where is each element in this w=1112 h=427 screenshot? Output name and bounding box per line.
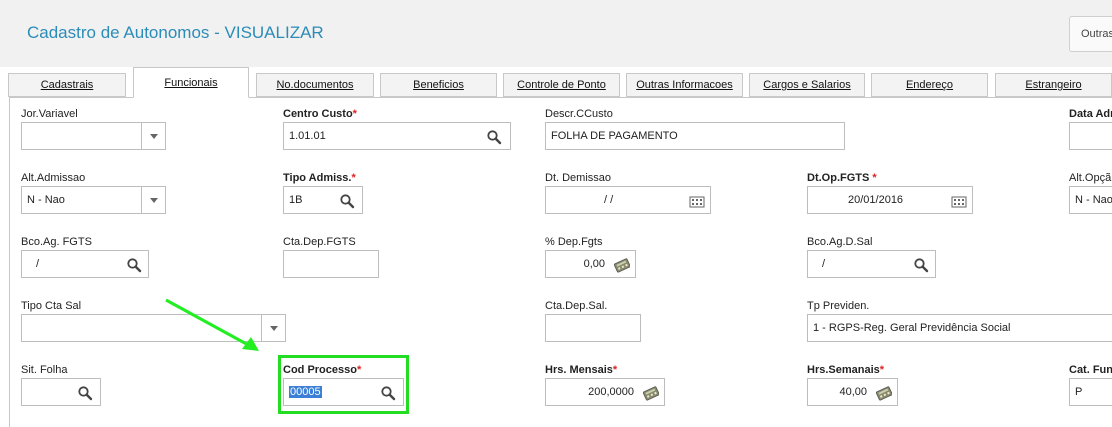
calculator-icon[interactable] [614,257,630,273]
search-icon[interactable] [486,129,502,145]
tab-funcionais[interactable]: Funcionais [133,67,249,98]
dt-demissao-label: Dt. Demissao [545,172,612,184]
cta-dep-sal-label: Cta.Dep.Sal. [545,300,608,312]
tab-cadastrais[interactable]: Cadastrais [8,73,126,97]
hrs-mensais-input[interactable]: 200,0000 [545,378,665,406]
alt-admissao-value: N - Nao [27,194,65,206]
dropdown-arrow-icon[interactable] [141,123,165,149]
tp-previden-label: Tp Previden. [807,300,870,312]
tp-previden-select[interactable]: 1 - RGPS-Reg. Geral Previdência Social [807,314,1112,342]
pct-dep-fgts-input[interactable]: 0,00 [545,250,636,278]
alt-opcao-select[interactable]: N - Nao [1069,186,1112,214]
dt-demissao-value: / / [604,194,614,206]
pct-dep-fgts-value: 0,00 [583,258,605,270]
cta-dep-sal-input[interactable] [545,314,641,342]
tab-controle-de-ponto[interactable]: Controle de Ponto [503,73,620,97]
bco-ag-fgts-input[interactable]: / [21,250,149,278]
tipo-cta-sal-label: Tipo Cta Sal [21,300,82,312]
alt-opcao-value: N - Nao [1075,194,1112,206]
cat-func-input[interactable]: P [1069,378,1112,406]
tipo-admiss-value: 1B [289,194,303,206]
search-icon[interactable] [339,193,355,209]
outras-button[interactable]: Outras [1069,16,1112,52]
centro-custo-value: 1.01.01 [289,130,326,142]
calculator-icon[interactable] [643,385,659,401]
tab-beneficios[interactable]: Beneficios [380,73,497,97]
search-icon[interactable] [126,257,142,273]
sit-folha-input[interactable] [21,378,101,406]
alt-opcao-label: Alt.Opçã [1069,172,1112,184]
tipo-admiss-input[interactable]: 1B [283,186,363,214]
search-icon[interactable] [913,257,929,273]
alt-admissao-select[interactable]: N - Nao [21,186,166,214]
tab-endereco[interactable]: Endereço [871,73,988,97]
hrs-semanais-input[interactable]: 40,00 [807,378,898,406]
calculator-icon[interactable] [876,385,892,401]
alt-admissao-label: Alt.Admissao [21,172,86,184]
dt-op-fgts-value: 20/01/2016 [848,194,904,206]
data-admissao-input[interactable] [1069,122,1112,150]
jor-variavel-label: Jor.Variavel [21,108,78,120]
centro-custo-input[interactable]: 1.01.01 [283,122,511,150]
sit-folha-label: Sit. Folha [21,364,68,376]
search-icon[interactable] [77,385,93,401]
tab-outras-informacoes[interactable]: Outras Informacoes [626,73,743,97]
pct-dep-fgts-label: % Dep.Fgts [545,236,603,248]
bco-ag-d-sal-value: / [822,258,826,270]
hrs-mensais-value: 200,0000 [588,386,634,398]
dt-op-fgts-label: Dt.Op.FGTS * [807,172,877,184]
annotation-highlight-box [278,355,409,414]
bco-ag-fgts-label: Bco.Ag. FGTS [21,236,92,248]
cta-dep-fgts-label: Cta.Dep.FGTS [283,236,356,248]
descr-ccusto-input[interactable]: FOLHA DE PAGAMENTO [545,122,845,150]
calendar-icon[interactable] [689,193,705,209]
descr-ccusto-value: FOLHA DE PAGAMENTO [551,130,678,142]
tipo-admiss-label: Tipo Admiss.* [283,172,356,184]
bco-ag-d-sal-label: Bco.Ag.D.Sal [807,236,873,248]
annotation-arrow [165,298,259,351]
tab-estrangeiro[interactable]: Estrangeiro [995,73,1112,97]
jor-variavel-select[interactable] [21,122,166,150]
hrs-semanais-label: Hrs.Semanais* [807,364,885,376]
page-title: Cadastro de Autonomos - VISUALIZAR [27,23,324,42]
bco-ag-fgts-value: / [36,258,40,270]
tp-previden-value: 1 - RGPS-Reg. Geral Previdência Social [813,322,1011,334]
title-bar: Cadastro de Autonomos - VISUALIZAR Outra… [0,0,1112,67]
dropdown-arrow-icon[interactable] [141,187,165,213]
cta-dep-fgts-input[interactable] [283,250,379,278]
descr-ccusto-label: Descr.CCusto [545,108,613,120]
data-admissao-label: Data Adm [1069,108,1112,120]
cat-func-label: Cat. Fun [1069,364,1112,376]
tab-cargos-e-salarios[interactable]: Cargos e Salarios [749,73,865,97]
tab-no-documentos[interactable]: No.documentos [256,73,374,97]
cat-func-value: P [1075,386,1083,398]
hrs-semanais-value: 40,00 [839,386,867,398]
dt-demissao-input[interactable]: / / [545,186,711,214]
calendar-icon[interactable] [951,193,967,209]
dt-op-fgts-input[interactable]: 20/01/2016 [807,186,973,214]
bco-ag-d-sal-input[interactable]: / [807,250,936,278]
hrs-mensais-label: Hrs. Mensais* [545,364,618,376]
centro-custo-label: Centro Custo* [283,108,357,120]
